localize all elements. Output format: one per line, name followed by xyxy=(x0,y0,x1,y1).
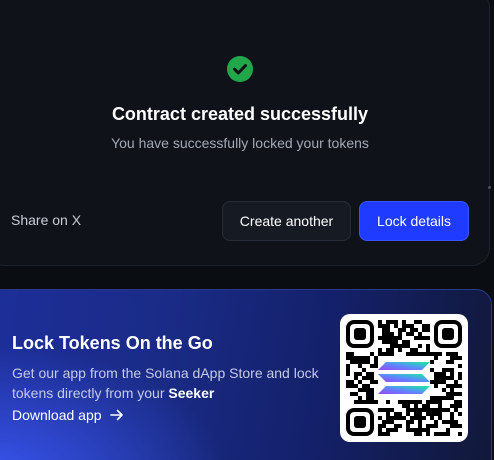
solana-logo-icon xyxy=(378,362,430,394)
download-app-link[interactable]: Download app xyxy=(12,407,124,423)
check-circle-icon xyxy=(227,56,253,82)
qr-code xyxy=(340,314,468,442)
qr-finder-pattern xyxy=(346,320,374,348)
arrow-right-icon xyxy=(109,408,124,422)
share-on-x-link[interactable]: Share on X xyxy=(11,212,81,228)
promo-description: Get our app from the Solana dApp Store a… xyxy=(12,363,334,403)
download-app-label: Download app xyxy=(12,407,102,423)
lock-details-button[interactable]: Lock details xyxy=(359,201,469,241)
promo-description-bold: Seeker xyxy=(168,385,215,401)
success-title: Contract created successfully xyxy=(111,104,369,124)
qr-finder-pattern xyxy=(434,320,462,348)
promo-title: Lock Tokens On the Go xyxy=(12,333,213,353)
success-subtitle: You have successfully locked your tokens xyxy=(111,135,369,151)
promo-description-text: Get our app from the Solana dApp Store a… xyxy=(12,365,319,401)
create-another-button[interactable]: Create another xyxy=(222,201,351,241)
qr-finder-pattern xyxy=(346,408,374,436)
qr-code-image xyxy=(346,320,462,436)
scrollbar-indicator xyxy=(488,186,491,189)
